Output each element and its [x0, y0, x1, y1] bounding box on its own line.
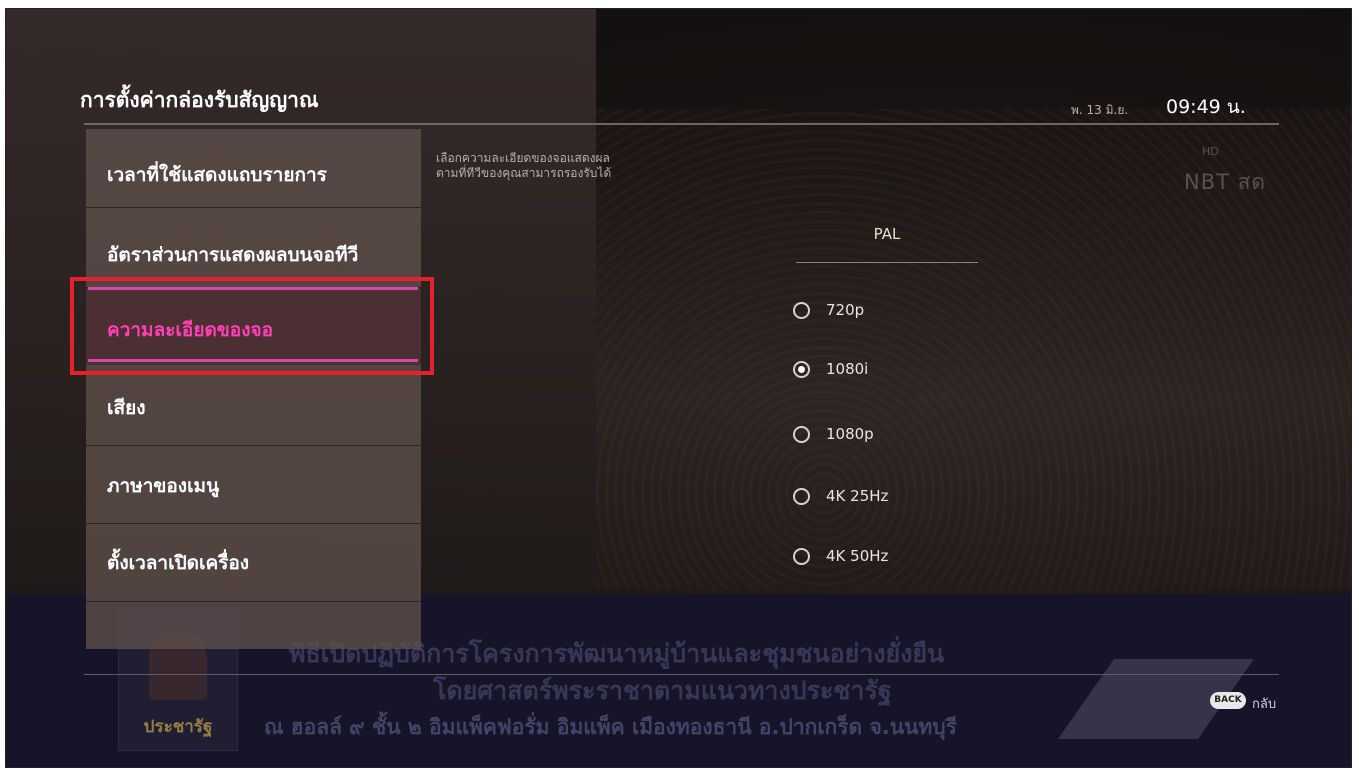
option-label: 1080p: [826, 425, 874, 443]
description-line-1: เลือกความละเอียดของจอแสดงผล: [436, 151, 610, 165]
radio-button[interactable]: [793, 488, 810, 505]
menu-item-label: อัตราส่วนการแสดงผลบนจอทีวี: [107, 244, 359, 266]
radio-button[interactable]: [793, 426, 810, 443]
footer-divider: [84, 674, 1279, 675]
option-label: 720p: [826, 301, 865, 319]
menu-item-label: เวลาที่ใช้แสดงแถบรายการ: [107, 164, 327, 186]
video-standard-divider: [796, 262, 978, 263]
time-display: 09:49 น.: [1166, 96, 1246, 118]
tv-screen: ประชารัฐ พิธีเปิดปฏิบัติการโครงการพัฒนาห…: [5, 8, 1352, 768]
description-line-2: ตามที่ทีวีของคุณสามารถรองรับได้: [436, 166, 612, 180]
back-label: กลับ: [1252, 697, 1277, 712]
option-label: 1080i: [826, 360, 869, 378]
radio-button-selected[interactable]: [793, 361, 810, 378]
menu-item-power-on-timer[interactable]: ตั้งเวลาเปิดเครื่อง: [86, 523, 421, 602]
menu-item-label: ตั้งเวลาเปิดเครื่อง: [107, 552, 250, 574]
option-label: 4K 50Hz: [826, 547, 889, 565]
settings-menu: เวลาที่ใช้แสดงแถบรายการ อัตราส่วนการแสดง…: [86, 129, 421, 649]
channel-logo: NBT สด: [1184, 170, 1267, 194]
resolution-description: เลือกความละเอียดของจอแสดงผล ตามที่ทีวีขอ…: [436, 151, 706, 181]
menu-item-label: เสียง: [107, 397, 146, 419]
video-standard-label: PAL: [873, 225, 901, 243]
menu-item-audio[interactable]: เสียง: [86, 367, 421, 446]
header-divider: [84, 123, 1279, 125]
highlight-annotation-box: [70, 277, 434, 375]
page-title: การตั้งค่ากล่องรับสัญญาณ: [80, 88, 319, 112]
back-button[interactable]: BACK: [1210, 692, 1246, 709]
menu-item-menu-language[interactable]: ภาษาของเมนู: [86, 445, 421, 524]
channel-logo-mark: HD: [1202, 145, 1219, 158]
menu-item-label: ภาษาของเมนู: [107, 475, 220, 497]
radio-button[interactable]: [793, 302, 810, 319]
option-label: 4K 25Hz: [826, 487, 889, 505]
menu-item-epg-duration[interactable]: เวลาที่ใช้แสดงแถบรายการ: [86, 129, 421, 208]
date-display: พ. 13 มิ.ย.: [1071, 103, 1129, 117]
radio-button[interactable]: [793, 548, 810, 565]
